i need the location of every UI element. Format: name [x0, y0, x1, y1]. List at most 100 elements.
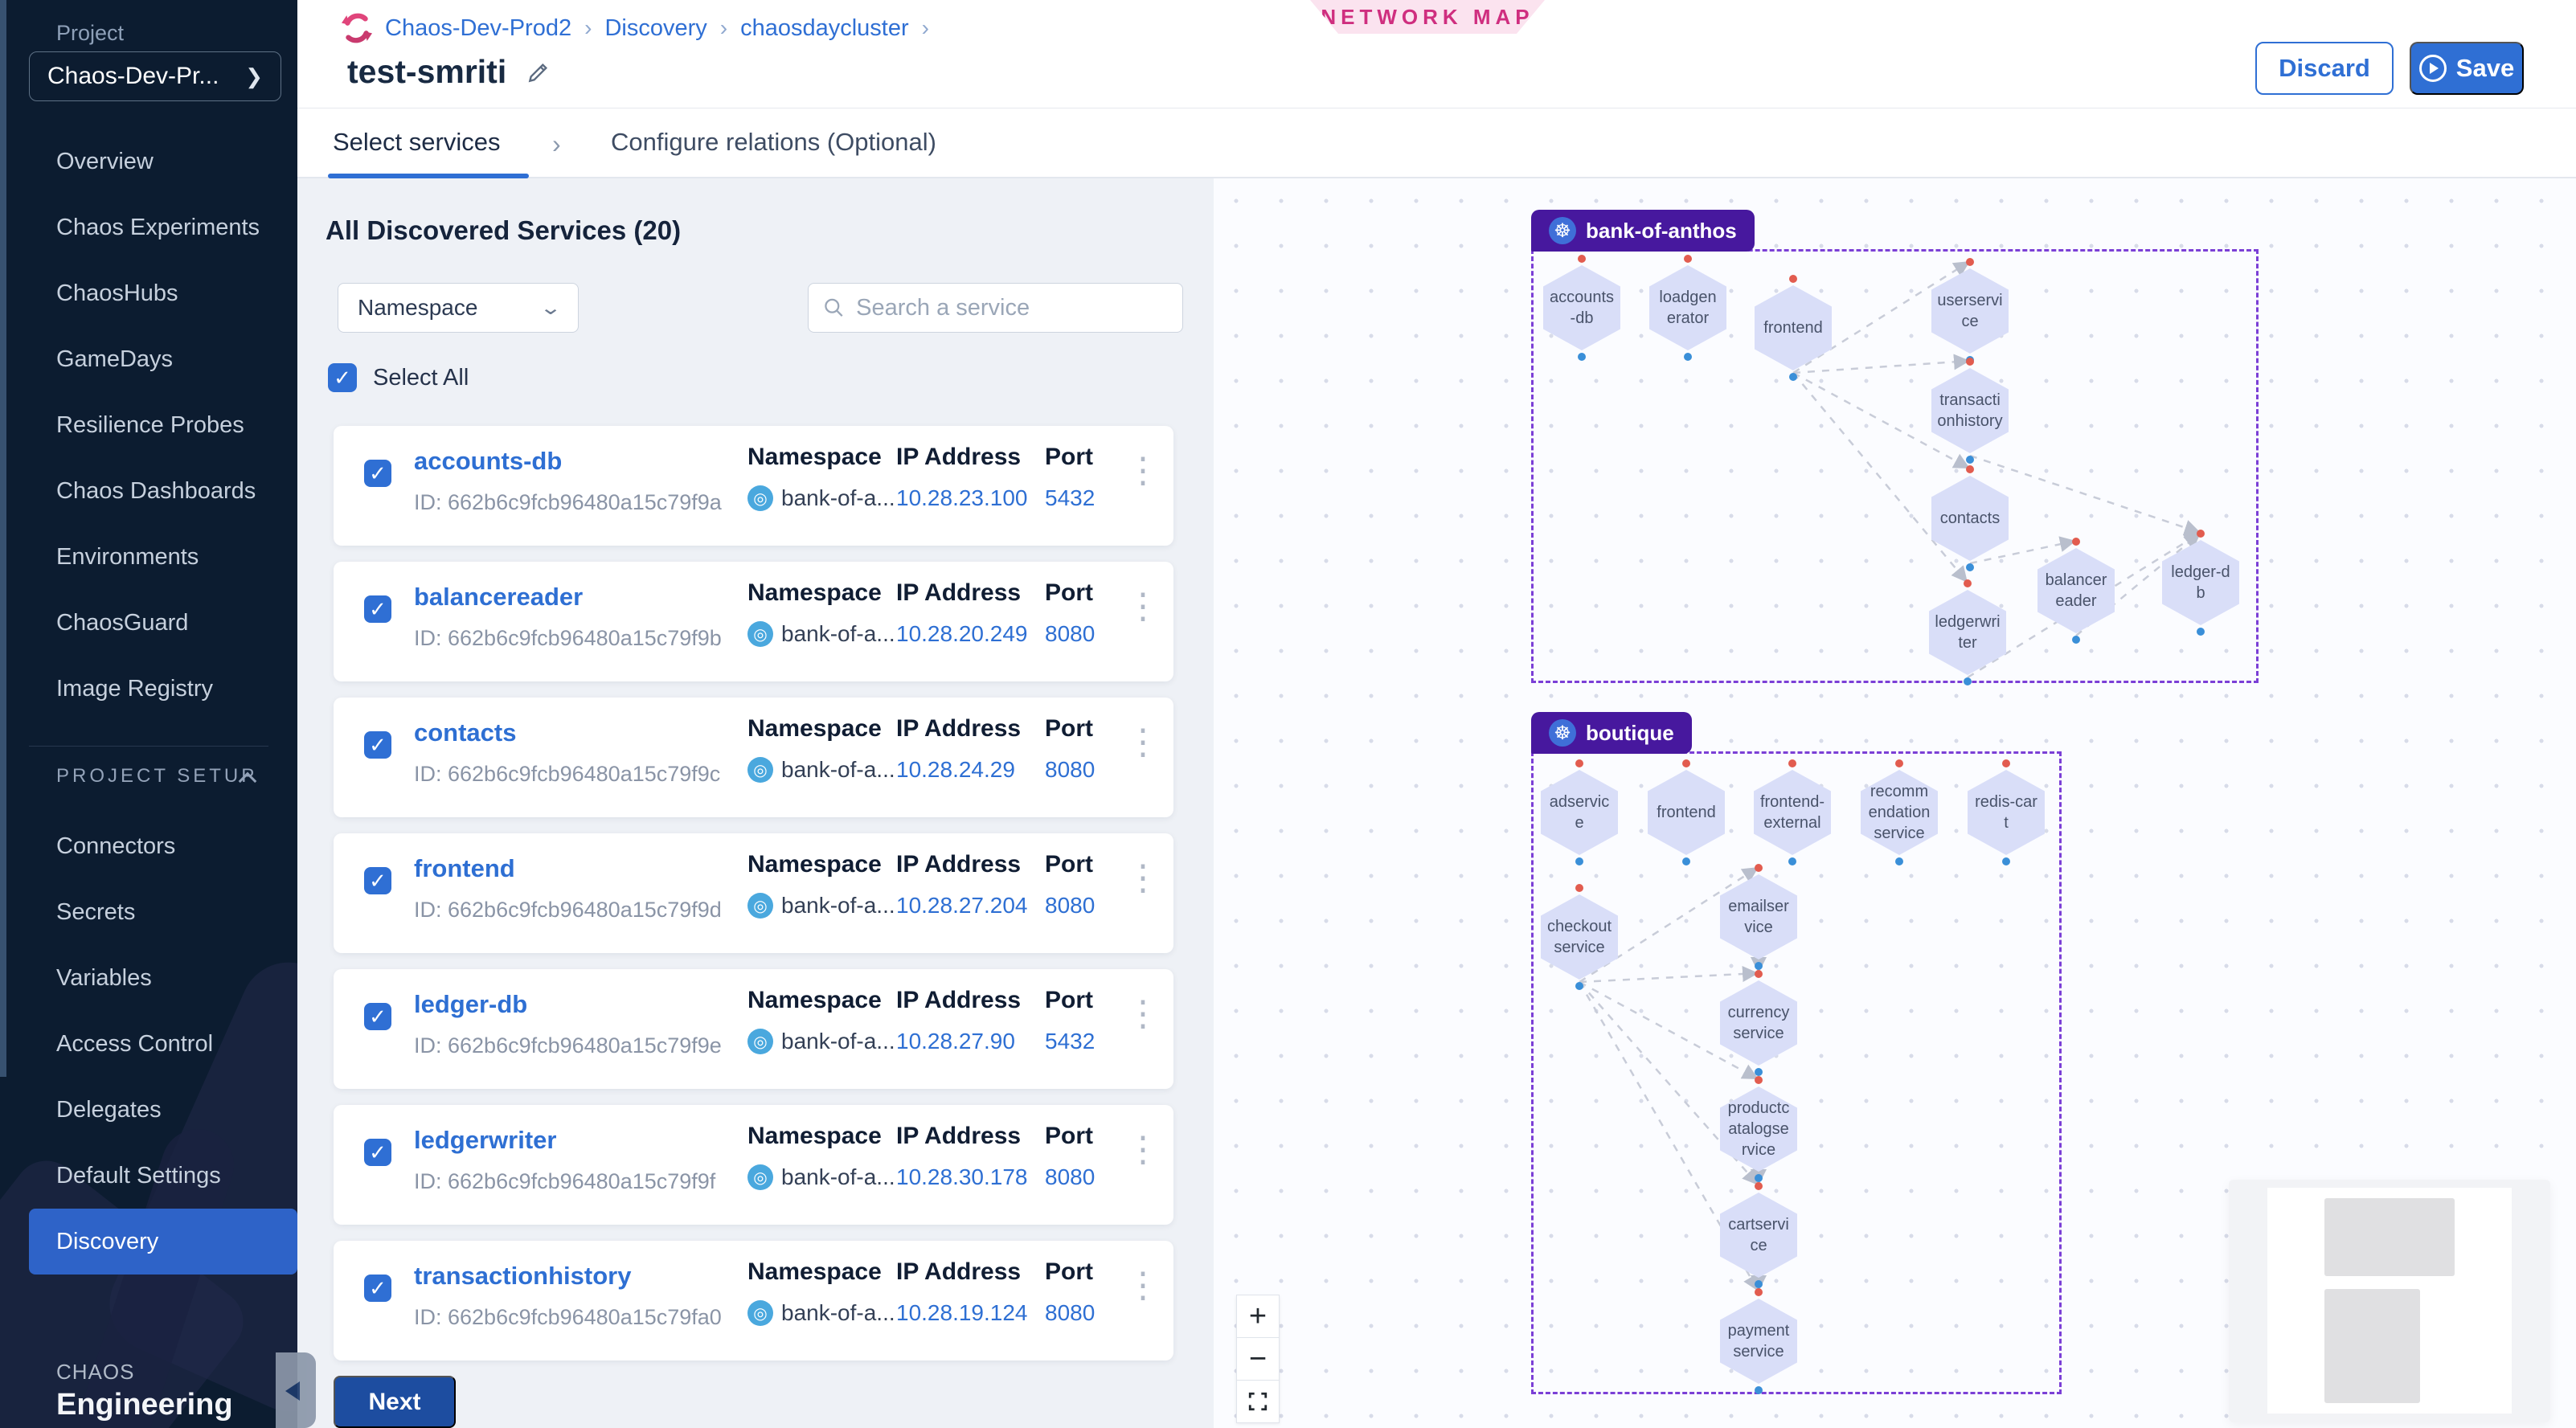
breadcrumb-cluster[interactable]: chaosdaycluster: [740, 15, 909, 42]
service-node-frontend-external[interactable]: frontend-external: [1754, 770, 1831, 855]
breadcrumb-discovery[interactable]: Discovery: [604, 15, 706, 42]
service-node-frontend[interactable]: frontend: [1648, 770, 1725, 855]
sidebar-item-secrets[interactable]: Secrets: [0, 879, 297, 945]
sidebar-item-chaosguard[interactable]: ChaosGuard: [0, 590, 297, 656]
port-value[interactable]: 5432: [1045, 485, 1095, 511]
next-button[interactable]: Next: [334, 1376, 456, 1428]
service-node-ledger-db[interactable]: ledger-db: [2162, 540, 2239, 625]
sidebar-item-access-control[interactable]: Access Control: [0, 1011, 297, 1077]
project-selector[interactable]: Chaos-Dev-Pr... ❯: [29, 51, 281, 101]
sidebar-item-environments[interactable]: Environments: [0, 524, 297, 590]
kebab-menu-icon[interactable]: ⋮: [1125, 589, 1161, 624]
service-checkbox[interactable]: ✓: [364, 731, 391, 759]
service-name-link[interactable]: frontend: [414, 854, 515, 883]
service-node-productcatalogservice[interactable]: productcatalogservice: [1720, 1086, 1797, 1172]
ip-value[interactable]: 10.28.27.204: [896, 893, 1028, 919]
breadcrumb-project[interactable]: Chaos-Dev-Prod2: [385, 15, 571, 42]
ip-value[interactable]: 10.28.19.124: [896, 1300, 1028, 1326]
inbound-port-dot: [1788, 759, 1796, 767]
sidebar-item-variables[interactable]: Variables: [0, 945, 297, 1011]
service-checkbox[interactable]: ✓: [364, 460, 391, 487]
service-name-link[interactable]: balancereader: [414, 583, 583, 612]
kebab-menu-icon[interactable]: ⋮: [1125, 996, 1161, 1032]
namespace-filter-dropdown[interactable]: Namespace ⌄: [338, 283, 579, 333]
port-value[interactable]: 8080: [1045, 1300, 1095, 1326]
service-name-link[interactable]: accounts-db: [414, 447, 562, 476]
service-name-link[interactable]: transactionhistory: [414, 1262, 631, 1291]
port-value[interactable]: 8080: [1045, 757, 1095, 783]
search-input[interactable]: [856, 295, 1168, 321]
service-checkbox[interactable]: ✓: [364, 1003, 391, 1030]
port-value[interactable]: 8080: [1045, 893, 1095, 919]
cluster-bank-of-anthos[interactable]: ☸bank-of-anthosaccounts-dbloadgeneratorf…: [1531, 249, 2259, 683]
sidebar-item-resilience-probes[interactable]: Resilience Probes: [0, 392, 297, 458]
tab-select-services[interactable]: Select services: [333, 128, 500, 157]
service-name-link[interactable]: ledgerwriter: [414, 1126, 556, 1155]
service-name-link[interactable]: contacts: [414, 718, 516, 747]
service-checkbox[interactable]: ✓: [364, 595, 391, 623]
service-node-userservice[interactable]: userservice: [1931, 268, 2009, 354]
service-node-balancereader[interactable]: balancereader: [2037, 548, 2115, 633]
zoom-in-button[interactable]: +: [1236, 1295, 1280, 1338]
sidebar-item-image-registry[interactable]: Image Registry: [0, 656, 297, 722]
service-node-contacts[interactable]: contacts: [1931, 476, 2009, 561]
tab-configure-relations[interactable]: Configure relations (Optional): [611, 128, 936, 157]
ip-value[interactable]: 10.28.27.90: [896, 1029, 1021, 1054]
service-node-ledgerwriter[interactable]: ledgerwriter: [1929, 590, 2006, 675]
port-value[interactable]: 8080: [1045, 621, 1095, 647]
ip-value[interactable]: 10.28.30.178: [896, 1164, 1028, 1190]
sidebar-item-chaoshubs[interactable]: ChaosHubs: [0, 260, 297, 326]
service-node-loadgenerator[interactable]: loadgenerator: [1649, 265, 1726, 350]
save-button[interactable]: Save: [2410, 42, 2524, 95]
service-node-adservice[interactable]: adservice: [1541, 770, 1618, 855]
cluster-boutique[interactable]: ☸boutiqueadservicefrontendfrontend-exter…: [1531, 751, 2062, 1394]
edit-pencil-icon[interactable]: [526, 59, 551, 85]
ip-value[interactable]: 10.28.20.249: [896, 621, 1028, 647]
inbound-port-dot: [1966, 465, 1974, 473]
service-node-cartservice[interactable]: cartservice: [1720, 1193, 1797, 1278]
ip-value[interactable]: 10.28.23.100: [896, 485, 1028, 511]
service-name-link[interactable]: ledger-db: [414, 990, 527, 1019]
service-node-paymentservice[interactable]: paymentservice: [1720, 1299, 1797, 1384]
discard-button[interactable]: Discard: [2255, 42, 2394, 95]
sidebar-item-discovery[interactable]: Discovery: [29, 1209, 297, 1275]
service-search: [808, 283, 1183, 333]
cluster-edges: [1534, 252, 2256, 681]
kebab-menu-icon[interactable]: ⋮: [1125, 725, 1161, 760]
zoom-out-button[interactable]: −: [1236, 1337, 1280, 1381]
service-node-redis-cart[interactable]: redis-cart: [1968, 770, 2045, 855]
service-node-accounts-db[interactable]: accounts-db: [1543, 265, 1620, 350]
service-node-transactionhistory[interactable]: transactionhistory: [1931, 368, 2009, 453]
sidebar-item-chaos-experiments[interactable]: Chaos Experiments: [0, 194, 297, 260]
service-checkbox[interactable]: ✓: [364, 1139, 391, 1166]
ip-value[interactable]: 10.28.24.29: [896, 757, 1021, 783]
kebab-menu-icon[interactable]: ⋮: [1125, 861, 1161, 896]
service-node-checkoutservice[interactable]: checkoutservice: [1541, 894, 1618, 980]
sidebar-item-gamedays[interactable]: GameDays: [0, 326, 297, 392]
placeholder-block: [2324, 1198, 2455, 1276]
service-node-currencyservice[interactable]: currencyservice: [1720, 980, 1797, 1066]
kebab-menu-icon[interactable]: ⋮: [1125, 1268, 1161, 1303]
service-checkbox[interactable]: ✓: [364, 867, 391, 894]
port-value[interactable]: 5432: [1045, 1029, 1095, 1054]
outbound-port-dot: [1684, 353, 1692, 361]
sidebar-item-delegates[interactable]: Delegates: [0, 1077, 297, 1143]
kebab-menu-icon[interactable]: ⋮: [1125, 1132, 1161, 1168]
port-value[interactable]: 8080: [1045, 1164, 1095, 1190]
network-map-canvas[interactable]: +− ☸bank-of-anthosaccounts-dbloadgenerat…: [1214, 178, 2576, 1428]
select-all-checkbox[interactable]: ✓: [328, 363, 357, 392]
sidebar-item-default-settings[interactable]: Default Settings: [0, 1143, 297, 1209]
sidebar-collapse-button[interactable]: [276, 1352, 316, 1428]
fullscreen-button[interactable]: [1236, 1380, 1280, 1423]
sidebar-item-chaos-dashboards[interactable]: Chaos Dashboards: [0, 458, 297, 524]
service-node-recommendationservice[interactable]: recommendationservice: [1861, 770, 1938, 855]
node-label: currencyservice: [1720, 980, 1797, 1066]
column-header-ip: IP Address: [896, 851, 1028, 878]
kubernetes-icon: ☸: [1549, 217, 1576, 244]
sidebar-item-connectors[interactable]: Connectors: [0, 813, 297, 879]
service-checkbox[interactable]: ✓: [364, 1275, 391, 1302]
kebab-menu-icon[interactable]: ⋮: [1125, 453, 1161, 489]
service-node-emailservice[interactable]: emailservice: [1720, 874, 1797, 960]
service-node-frontend[interactable]: frontend: [1755, 285, 1832, 370]
sidebar-item-overview[interactable]: Overview: [0, 129, 297, 194]
